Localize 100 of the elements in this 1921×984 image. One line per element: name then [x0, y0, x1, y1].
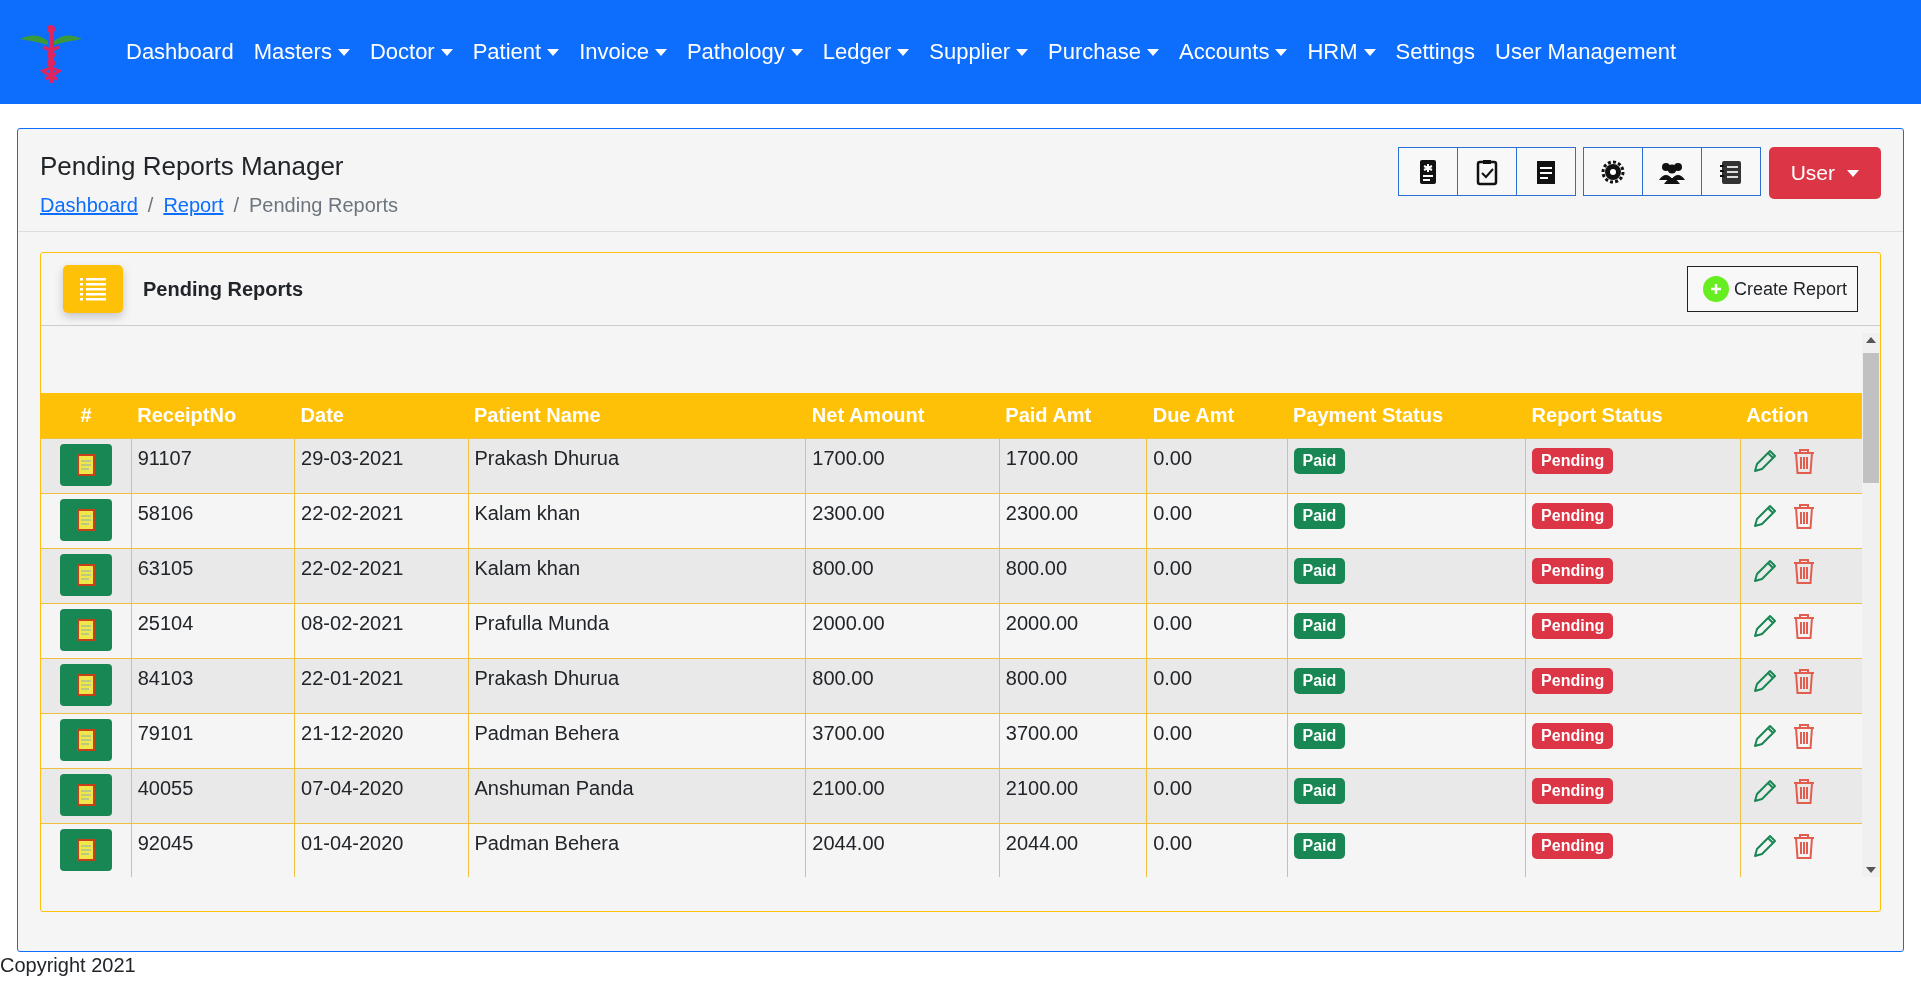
table-cell: 22-01-2021 — [294, 658, 469, 714]
table-cell: 0.00 — [1146, 438, 1288, 494]
column-header: Payment Status — [1287, 393, 1526, 439]
table-cell: 58106 — [131, 493, 295, 549]
table-cell: 800.00 — [805, 658, 1000, 714]
nav-item[interactable]: Purchase — [1038, 39, 1169, 65]
toolbar-button[interactable] — [1456, 147, 1517, 196]
toolbar-button[interactable] — [1641, 147, 1702, 196]
list-icon — [78, 275, 108, 303]
table-cell: 3700.00 — [999, 713, 1147, 769]
table-cell: Prakash Dhurua — [468, 438, 806, 494]
breadcrumb-separator: / — [233, 194, 239, 217]
table-cell: 2044.00 — [999, 823, 1147, 877]
payment-status-badge: Paid — [1293, 558, 1346, 584]
payment-status-badge: Paid — [1293, 833, 1346, 859]
toolbar-button[interactable] — [1515, 147, 1576, 196]
nav-item[interactable]: Patient — [462, 39, 570, 65]
table-cell: 2100.00 — [805, 768, 1000, 824]
scrollbar[interactable] — [1862, 333, 1880, 877]
caret-icon — [1363, 48, 1376, 56]
payment-status-badge: Paid — [1293, 723, 1346, 749]
report-status-badge: Pending — [1532, 558, 1614, 584]
user-menu-button[interactable]: User — [1768, 147, 1881, 199]
column-header: Net Amount — [805, 393, 1000, 439]
table-cell: 29-03-2021 — [294, 438, 469, 494]
table-cell: 2100.00 — [999, 768, 1147, 824]
report-button[interactable] — [59, 829, 112, 871]
nav-item[interactable]: Dashboard — [116, 39, 244, 65]
table-cell: 91107 — [131, 438, 295, 494]
toolbar-button[interactable] — [1397, 147, 1458, 196]
table-cell: 08-02-2021 — [294, 603, 469, 659]
table-cell: 0.00 — [1146, 823, 1288, 877]
breadcrumb-link[interactable]: Dashboard — [40, 194, 138, 217]
toolbar-button[interactable] — [1582, 147, 1643, 196]
payment-status-badge: Paid — [1293, 613, 1346, 639]
table-cell: 22-02-2021 — [294, 493, 469, 549]
report-status-badge: Pending — [1532, 448, 1614, 474]
table-cell: 800.00 — [805, 548, 1000, 604]
nav-item[interactable]: Accounts — [1168, 39, 1298, 65]
column-header: # — [41, 393, 132, 439]
nav-item[interactable]: Supplier — [919, 39, 1038, 65]
caret-icon — [790, 48, 803, 56]
table-cell: 3700.00 — [805, 713, 1000, 769]
report-button[interactable] — [59, 554, 112, 596]
report-status-badge: Pending — [1532, 778, 1614, 804]
table-cell: Padman Behera — [468, 713, 806, 769]
table-cell: Prakash Dhurua — [468, 658, 806, 714]
report-status-badge: Pending — [1532, 723, 1614, 749]
table-cell: 0.00 — [1146, 768, 1288, 824]
breadcrumb-current: Pending Reports — [249, 194, 398, 217]
table-cell: 22-02-2021 — [294, 548, 469, 604]
nav-item[interactable]: Doctor — [359, 39, 463, 65]
breadcrumb-link[interactable]: Report — [163, 194, 224, 217]
report-button[interactable] — [59, 499, 112, 541]
nav-item[interactable]: User Management — [1485, 39, 1687, 65]
payment-status-badge: Paid — [1293, 668, 1346, 694]
table-cell: 01-04-2020 — [294, 823, 469, 877]
toolbar-button[interactable] — [1700, 147, 1761, 196]
table-cell: 800.00 — [999, 658, 1147, 714]
nav-item[interactable]: HRM — [1297, 39, 1386, 65]
caret-icon — [440, 48, 453, 56]
column-header: Paid Amt — [999, 393, 1147, 439]
table-cell: Prafulla Munda — [468, 603, 806, 659]
caret-icon — [654, 48, 667, 56]
report-button[interactable] — [59, 444, 112, 486]
table-cell: 1700.00 — [805, 438, 1000, 494]
report-button[interactable] — [59, 609, 112, 651]
copyright-text: Copyright 2021 — [0, 954, 137, 977]
column-header: Patient Name — [468, 393, 806, 439]
table-cell: 0.00 — [1146, 603, 1288, 659]
nav-item[interactable]: Settings — [1385, 39, 1486, 65]
table-cell: 84103 — [131, 658, 295, 714]
report-button[interactable] — [59, 719, 112, 761]
nav-item[interactable]: Masters — [243, 39, 360, 65]
table-cell: 1700.00 — [999, 438, 1147, 494]
report-status-badge: Pending — [1532, 503, 1614, 529]
table-cell: 0.00 — [1146, 658, 1288, 714]
table-cell: 2000.00 — [999, 603, 1147, 659]
nav-item[interactable]: Invoice — [569, 39, 677, 65]
caret-icon — [1016, 48, 1028, 56]
column-header: Date — [294, 393, 469, 439]
table-cell: 2300.00 — [999, 493, 1147, 549]
create-report-button[interactable]: Create Report — [1686, 266, 1858, 312]
nav-item[interactable]: Ledger — [812, 39, 920, 65]
report-status-badge: Pending — [1532, 668, 1614, 694]
column-header: Action — [1740, 393, 1862, 439]
caret-icon — [1847, 169, 1859, 177]
caret-icon — [1275, 48, 1288, 56]
table-cell: 0.00 — [1146, 713, 1288, 769]
column-header: Due Amt — [1146, 393, 1288, 439]
table-cell: 07-04-2020 — [294, 768, 469, 824]
breadcrumb-separator: / — [147, 194, 154, 217]
table-cell: Kalam khan — [468, 493, 806, 549]
caret-icon — [1146, 48, 1159, 56]
nav-item[interactable]: Pathology — [676, 39, 813, 65]
report-button[interactable] — [59, 774, 112, 816]
report-button[interactable] — [59, 664, 112, 706]
plus-circle-icon — [1701, 275, 1730, 303]
page-title: Pending Reports Manager — [40, 151, 345, 182]
table-cell: 92045 — [131, 823, 295, 877]
